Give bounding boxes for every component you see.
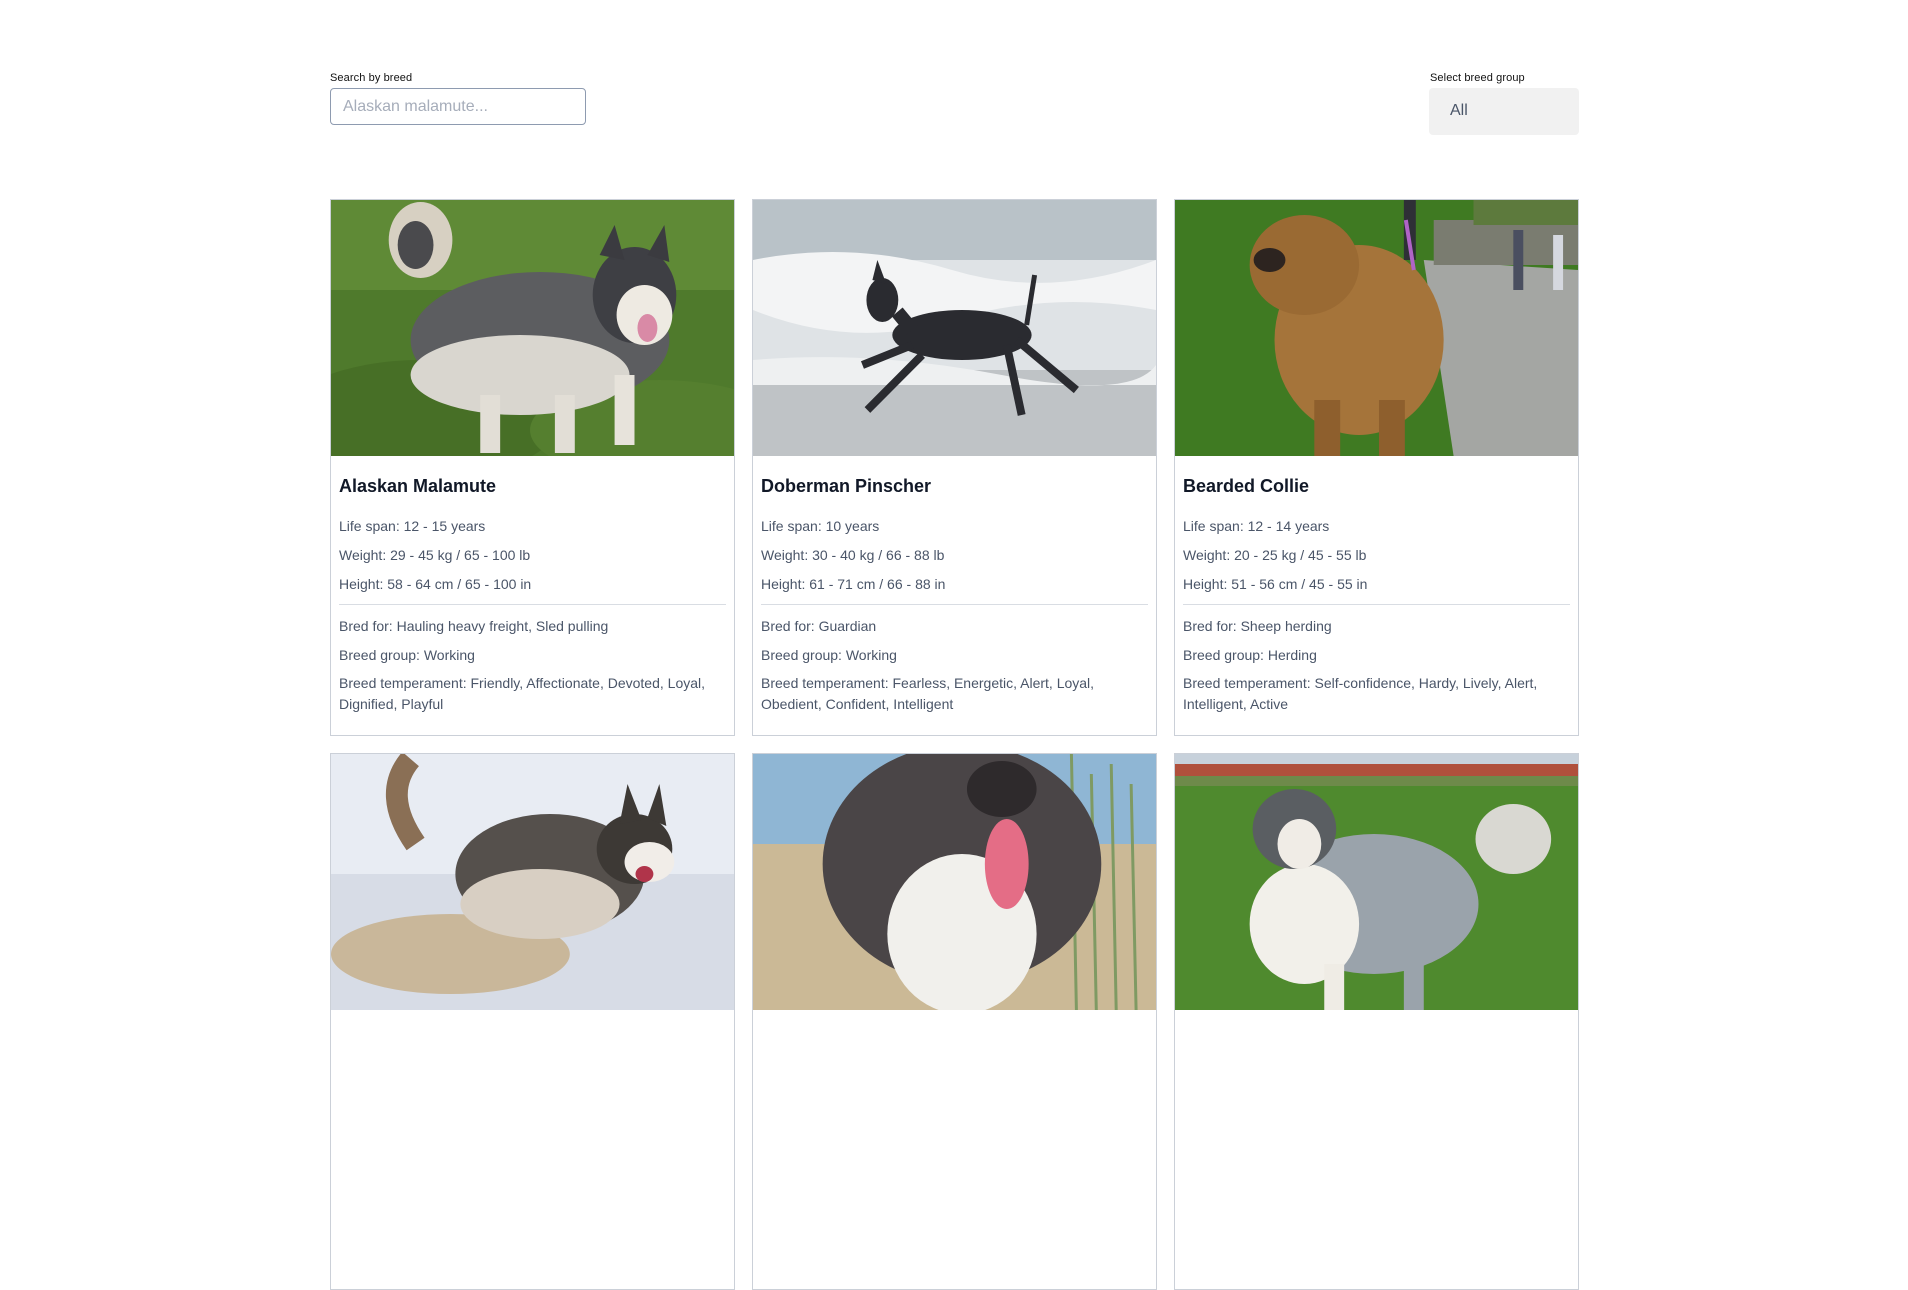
breed-life-span: Life span: 12 - 15 years bbox=[339, 518, 486, 534]
breed-name: Doberman Pinscher bbox=[761, 476, 932, 496]
search-input[interactable] bbox=[330, 88, 586, 125]
breed-photo bbox=[753, 754, 1156, 1010]
breed-name: Bearded Collie bbox=[1183, 476, 1310, 496]
card-divider bbox=[761, 604, 1148, 605]
breed-bred-for: Bred for: Hauling heavy freight, Sled pu… bbox=[339, 618, 609, 634]
breed-name: Alaskan Malamute bbox=[339, 476, 497, 496]
breed-card-grid: Alaskan Malamute Life span: 12 - 15 year… bbox=[330, 199, 1580, 1290]
breed-height: Height: 51 - 56 cm / 45 - 55 in bbox=[1183, 576, 1368, 592]
breed-temperament: Breed temperament: Friendly, Affectionat… bbox=[339, 675, 706, 712]
search-label: Search by breed bbox=[330, 72, 413, 84]
breed-group: Breed group: Working bbox=[761, 647, 897, 663]
breed-card[interactable] bbox=[752, 753, 1157, 1290]
breed-life-span: Life span: 12 - 14 years bbox=[1183, 518, 1330, 534]
breed-card[interactable]: Bearded Collie Life span: 12 - 14 years … bbox=[1174, 199, 1579, 736]
breed-temperament: Breed temperament: Self-confidence, Hard… bbox=[1183, 675, 1538, 712]
breed-photo bbox=[1175, 754, 1578, 1010]
breed-photo bbox=[753, 200, 1156, 456]
breed-temperament: Breed temperament: Fearless, Energetic, … bbox=[761, 675, 1095, 712]
breed-group: Breed group: Working bbox=[339, 647, 475, 663]
breed-bred-for: Bred for: Guardian bbox=[761, 618, 877, 634]
breed-bred-for: Bred for: Sheep herding bbox=[1183, 618, 1332, 634]
breed-height: Height: 61 - 71 cm / 66 - 88 in bbox=[761, 576, 946, 592]
breed-card[interactable] bbox=[1174, 753, 1579, 1290]
breed-photo bbox=[1175, 200, 1578, 456]
breed-weight: Weight: 20 - 25 kg / 45 - 55 lb bbox=[1183, 547, 1367, 563]
card-divider bbox=[1183, 604, 1570, 605]
breed-card[interactable]: Alaskan Malamute Life span: 12 - 15 year… bbox=[330, 199, 735, 736]
breed-photo bbox=[331, 200, 734, 456]
breed-photo bbox=[331, 754, 734, 1010]
card-divider bbox=[339, 604, 726, 605]
breed-life-span: Life span: 10 years bbox=[761, 518, 880, 534]
breed-height: Height: 58 - 64 cm / 65 - 100 in bbox=[339, 576, 532, 592]
breed-card[interactable] bbox=[330, 753, 735, 1290]
breed-group: Breed group: Herding bbox=[1183, 647, 1317, 663]
breed-group-select[interactable]: All bbox=[1429, 88, 1579, 135]
breed-weight: Weight: 30 - 40 kg / 66 - 88 lb bbox=[761, 547, 945, 563]
breed-card[interactable]: Doberman Pinscher Life span: 10 years We… bbox=[752, 199, 1157, 736]
breed-weight: Weight: 29 - 45 kg / 65 - 100 lb bbox=[339, 547, 531, 563]
breed-group-label: Select breed group bbox=[1430, 72, 1525, 84]
